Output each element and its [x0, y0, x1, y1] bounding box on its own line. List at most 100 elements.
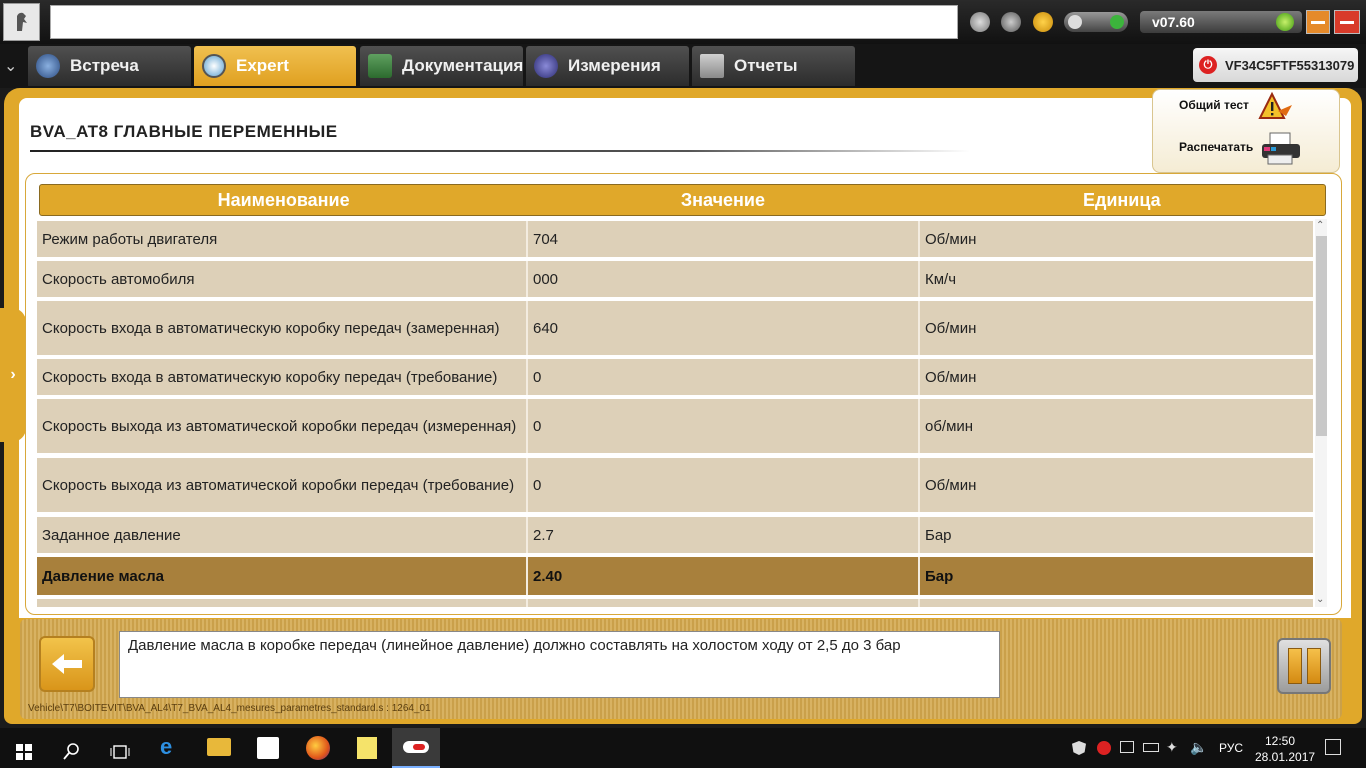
scrollbar-thumb[interactable]	[1316, 236, 1327, 436]
input-language[interactable]: РУС	[1219, 741, 1243, 755]
tab-label: Документация	[402, 56, 524, 75]
scroll-up-icon[interactable]: ⌃	[1316, 220, 1324, 231]
task-view-icon[interactable]	[110, 740, 130, 764]
book-icon	[368, 54, 392, 78]
connection-status-icon	[1276, 13, 1294, 31]
tab-expert[interactable]: Expert	[194, 46, 356, 86]
folder-icon[interactable]	[207, 738, 231, 756]
tab-reports[interactable]: Отчеты	[692, 46, 855, 86]
table-row[interactable]: Скорость выхода из автоматической коробк…	[37, 399, 1313, 453]
row-unit: Бар	[925, 526, 952, 544]
arrow-left-icon	[52, 654, 82, 674]
column-header-unit[interactable]: Единица	[919, 185, 1325, 215]
row-value: 640	[528, 301, 920, 355]
row-name: Скорость входа в автоматическую коробку …	[37, 301, 528, 355]
minimize-button[interactable]	[1306, 10, 1330, 34]
document-icon	[700, 54, 724, 78]
tab-label: Отчеты	[734, 56, 798, 75]
row-unit: Об/мин	[925, 319, 977, 337]
row-unit: Бар	[925, 567, 954, 585]
row-unit: Об/мин	[925, 368, 977, 386]
info-message: Давление масла в коробке передач (линейн…	[119, 631, 1000, 698]
plus-icon[interactable]	[1110, 15, 1124, 29]
column-header-name[interactable]: Наименование	[40, 185, 527, 215]
chevron-down-icon[interactable]: ⌄	[4, 56, 17, 76]
tab-documentation[interactable]: Документация	[360, 46, 523, 86]
clock[interactable]: 12:50 28.01.2017	[1255, 733, 1316, 765]
row-unit: Об/мин	[925, 230, 977, 248]
vin-label: VF34C5FTF55313079	[1225, 57, 1355, 73]
close-button[interactable]	[1334, 10, 1360, 34]
peugeot-logo	[3, 3, 40, 41]
row-name: Скорость выхода из автоматической коробк…	[37, 458, 528, 512]
chevron-right-icon: ›	[10, 366, 16, 383]
address-field[interactable]	[50, 5, 958, 39]
warning-icon[interactable]	[1256, 91, 1294, 121]
row-value: 2.40	[528, 557, 920, 595]
general-test-button[interactable]: Общий тест	[1179, 98, 1249, 112]
pause-bar	[1287, 648, 1302, 684]
tab-label: Измерения	[568, 56, 661, 75]
minus-icon[interactable]	[1068, 15, 1082, 29]
user-icon[interactable]	[1001, 12, 1021, 32]
battery-icon[interactable]	[1143, 743, 1159, 752]
row-name: Заданное давление	[37, 517, 528, 553]
clock-date: 28.01.2017	[1255, 750, 1316, 764]
store-icon[interactable]	[257, 737, 279, 759]
firefox-icon[interactable]	[306, 736, 330, 760]
table-row[interactable]: Скорость автомобиля 000 Км/ч	[37, 261, 1313, 297]
table-row[interactable]: Скорость входа в автоматическую коробку …	[37, 359, 1313, 395]
network-warning-icon[interactable]	[1097, 741, 1111, 755]
printer-icon[interactable]	[1258, 131, 1304, 167]
row-name: Скорость автомобиля	[37, 261, 528, 297]
title-divider	[30, 150, 970, 152]
waveform-icon	[534, 54, 558, 78]
volume-icon[interactable]: 🔈	[1190, 739, 1207, 755]
download-icon[interactable]	[970, 12, 990, 32]
version-label: v07.60	[1152, 14, 1195, 30]
tab-bar: ⌄ Встреча Expert Документация Измерения …	[0, 44, 1366, 88]
app-toggle-icon	[403, 741, 429, 753]
wifi-icon[interactable]: ✦	[1166, 739, 1180, 755]
edge-icon[interactable]: e	[160, 736, 182, 758]
tab-measurements[interactable]: Измерения	[526, 46, 689, 86]
pause-button[interactable]	[1277, 638, 1331, 694]
clock-time: 12:50	[1264, 734, 1296, 748]
version-badge: v07.60	[1140, 11, 1302, 33]
row-value: 000	[528, 261, 920, 297]
row-name: Скорость выхода из автоматической коробк…	[37, 399, 528, 453]
print-button[interactable]: Распечатать	[1179, 140, 1253, 154]
tab-label: Expert	[236, 56, 289, 75]
notifications-icon[interactable]	[1325, 739, 1341, 755]
sticky-notes-icon[interactable]	[357, 737, 377, 759]
row-value: 0	[528, 399, 920, 453]
vin-button[interactable]: ⏻ VF34C5FTF55313079	[1193, 48, 1358, 82]
table-header: Наименование Значение Единица	[39, 184, 1326, 216]
table-row[interactable]: Заданное давление 2.7 Бар	[37, 517, 1313, 553]
column-header-value[interactable]: Значение	[527, 185, 918, 215]
active-app-button[interactable]	[392, 728, 440, 768]
display-icon[interactable]	[1120, 741, 1134, 753]
tab-label: Встреча	[70, 56, 139, 75]
scroll-down-icon[interactable]: ⌄	[1316, 594, 1324, 605]
row-value: 2.7	[528, 517, 920, 553]
table-row-selected[interactable]: Давление масла 2.40 Бар	[37, 557, 1313, 595]
search-icon[interactable]	[63, 739, 81, 763]
tab-meeting[interactable]: Встреча	[28, 46, 191, 86]
row-unit: Км/ч	[925, 270, 957, 288]
volume-slider[interactable]	[1064, 12, 1128, 32]
row-value: 0	[528, 359, 920, 395]
row-name: Скорость входа в автоматическую коробку …	[37, 359, 528, 395]
table-row[interactable]: Режим работы двигателя 704 Об/мин	[37, 221, 1313, 257]
top-bar: v07.60	[0, 0, 1366, 44]
taskbar: e ✦ 🔈	[0, 728, 1366, 768]
side-panel-toggle[interactable]: ›	[0, 308, 26, 442]
back-button[interactable]	[39, 636, 95, 692]
magnifier-icon	[202, 54, 226, 78]
table-row[interactable]: Скорость входа в автоматическую коробку …	[37, 301, 1313, 355]
windows-start-icon[interactable]	[16, 740, 32, 764]
table-row[interactable]: Скорость выхода из автоматической коробк…	[37, 458, 1313, 512]
row-unit: об/мин	[925, 417, 974, 435]
shield-icon[interactable]	[1072, 741, 1086, 755]
email-icon[interactable]	[1033, 12, 1053, 32]
